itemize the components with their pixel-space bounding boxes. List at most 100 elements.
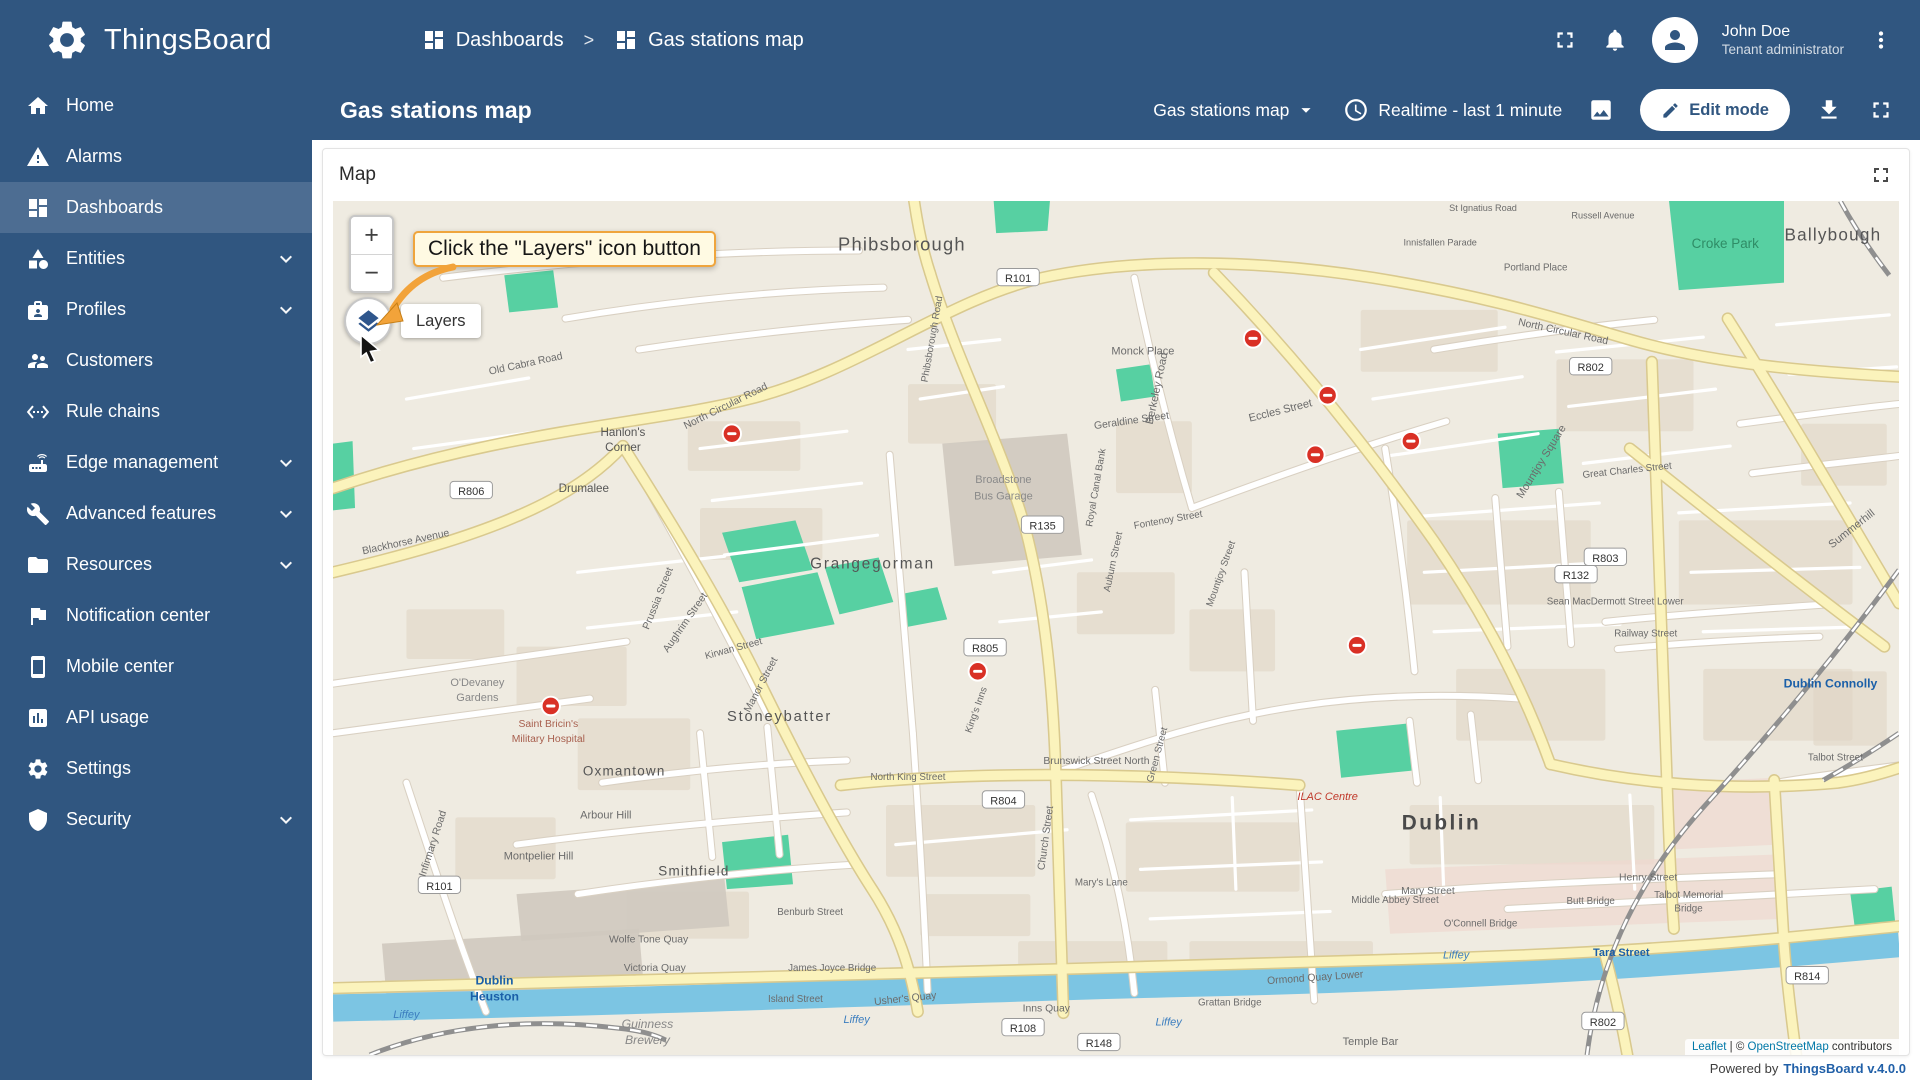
sidebar-item-home[interactable]: Home: [0, 80, 312, 131]
sidebar-item-label: Security: [66, 809, 132, 829]
dashboard-state-select[interactable]: Gas stations map: [1153, 99, 1317, 121]
chevron-down-icon: [1295, 99, 1317, 121]
thingsboard-version-link[interactable]: ThingsBoard v.4.0.0: [1783, 1061, 1906, 1076]
edit-mode-label: Edit mode: [1689, 100, 1769, 119]
sidebar-item-label: Customers: [66, 350, 154, 370]
sidebar-item-mobile-center[interactable]: Mobile center: [0, 641, 312, 692]
gas-station-marker[interactable]: [1305, 444, 1326, 465]
map-label: Innisfallen Parade: [1404, 238, 1477, 248]
sidebar-item-profiles[interactable]: Profiles: [0, 284, 312, 335]
sidebar-item-security[interactable]: Security: [0, 794, 312, 845]
topbar-actions: John Doe Tenant administrator: [1552, 17, 1920, 63]
map-label: Sean MacDermott Street Lower: [1547, 596, 1685, 607]
map-label: Benburb Street: [777, 907, 843, 918]
map-label: Talbot Street: [1808, 752, 1863, 763]
sidebar-item-label: Rule chains: [66, 401, 161, 421]
powered-by: Powered by ThingsBoard v.4.0.0: [322, 1056, 1910, 1078]
notifications-bell-icon[interactable]: [1602, 27, 1628, 53]
road-ref-badge: R108: [1001, 1017, 1045, 1037]
download-icon[interactable]: [1816, 97, 1842, 123]
widget-header: Map: [323, 149, 1909, 201]
road-ref-badge: R135: [1020, 515, 1065, 534]
gas-station-marker[interactable]: [721, 423, 742, 444]
state-select-value: Gas stations map: [1153, 99, 1290, 120]
notification-icon: [26, 604, 50, 628]
road-ref-badge: R803: [1583, 547, 1628, 566]
map-label: Liffey: [393, 1009, 421, 1021]
map-label: Bridge: [1674, 903, 1703, 914]
edit-mode-button[interactable]: Edit mode: [1640, 89, 1790, 131]
sidebar-item-advanced-features[interactable]: Advanced features: [0, 488, 312, 539]
map-label: Russell Avenue: [1571, 210, 1634, 220]
zoom-out-button[interactable]: −: [351, 254, 392, 291]
user-meta: John Doe Tenant administrator: [1722, 22, 1844, 59]
gas-station-marker[interactable]: [1317, 385, 1338, 406]
sidebar-item-customers[interactable]: Customers: [0, 335, 312, 386]
breadcrumb-item-dashboards[interactable]: Dashboards: [422, 28, 564, 52]
sidebar-item-resources[interactable]: Resources: [0, 539, 312, 590]
gas-station-marker[interactable]: [1400, 430, 1422, 452]
osm-link[interactable]: OpenStreetMap: [1748, 1041, 1829, 1053]
sidebar-item-label: Advanced features: [66, 503, 217, 523]
leaflet-link[interactable]: Leaflet: [1692, 1041, 1727, 1053]
fullscreen-icon[interactable]: [1868, 97, 1894, 123]
map-label: Broadstone: [975, 474, 1031, 486]
road-ref-badge: R805: [963, 638, 1007, 657]
zoom-in-button[interactable]: +: [351, 217, 392, 254]
map-label: Corner: [605, 441, 641, 454]
dashboard-icon: [26, 196, 50, 220]
resources-icon: [26, 553, 50, 577]
road-ref-badge: R132: [1554, 565, 1598, 584]
gas-station-marker[interactable]: [967, 661, 988, 682]
map-label: O'Devaney: [450, 677, 505, 689]
image-export-icon[interactable]: [1588, 97, 1614, 123]
gas-station-marker[interactable]: [540, 695, 561, 717]
gas-station-marker[interactable]: [1242, 328, 1264, 349]
map-label: Middle Abbey Street: [1351, 895, 1439, 906]
advanced-icon: [26, 502, 50, 526]
breadcrumb-item-gas-stations-map[interactable]: Gas stations map: [614, 28, 804, 52]
person-icon: [1660, 25, 1690, 55]
sidebar-item-entities[interactable]: Entities: [0, 233, 312, 284]
map-label: Wolfe Tone Quay: [609, 934, 689, 945]
map-label: Talbot Memorial: [1654, 890, 1723, 901]
fullscreen-icon[interactable]: [1552, 27, 1578, 53]
powered-prefix: Powered by: [1709, 1061, 1779, 1076]
sidebar-item-alarms[interactable]: Alarms: [0, 131, 312, 182]
sidebar-item-api-usage[interactable]: API usage: [0, 692, 312, 743]
sidebar-item-rule-chains[interactable]: Rule chains: [0, 386, 312, 437]
layers-tooltip-label: Layers: [401, 304, 481, 338]
gas-station-marker[interactable]: [1346, 635, 1368, 656]
sidebar-item-edge-management[interactable]: Edge management: [0, 437, 312, 488]
map-label: Tara Street: [1593, 947, 1650, 959]
widget-fullscreen-icon[interactable]: [1869, 163, 1893, 187]
edge-icon: [26, 451, 50, 475]
svg-text:R101: R101: [426, 881, 452, 893]
map-label: O'Connell Bridge: [1444, 918, 1518, 929]
breadcrumb-label: Dashboards: [455, 28, 564, 51]
map-label: Bus Garage: [974, 490, 1033, 502]
dashboard-toolbar: Gas stations map Gas stations map Realti…: [312, 80, 1920, 140]
map[interactable]: R101 R101 R806 R805 R135 R804 R802 R802 R803 R132…: [333, 201, 1899, 1055]
sidebar-item-label: Settings: [66, 758, 132, 778]
map-label: Island Street: [768, 994, 823, 1005]
map-label: Butt Bridge: [1567, 896, 1616, 907]
sidebar-item-dashboards[interactable]: Dashboards: [0, 182, 312, 233]
sidebar-item-notification-center[interactable]: Notification center: [0, 590, 312, 641]
sidebar-item-label: Mobile center: [66, 656, 175, 676]
map-label: Hanlon's: [601, 426, 646, 439]
sidebar-item-label: Notification center: [66, 605, 211, 625]
map-label: Stoneybatter: [727, 709, 832, 725]
road-ref-badge: R148: [1077, 1032, 1121, 1052]
svg-text:R132: R132: [1563, 570, 1589, 582]
brand[interactable]: ThingsBoard: [0, 17, 272, 63]
timewindow-button[interactable]: Realtime - last 1 minute: [1343, 97, 1562, 123]
avatar[interactable]: [1651, 17, 1698, 63]
sidebar-item-settings[interactable]: Settings: [0, 743, 312, 794]
kebab-menu-icon[interactable]: [1868, 27, 1894, 53]
security-icon: [26, 808, 50, 832]
svg-text:R805: R805: [972, 643, 998, 655]
map-label: Grattan Bridge: [1198, 997, 1262, 1008]
map-label: James Joyce Bridge: [788, 963, 877, 974]
map-label: Liffey: [1155, 1016, 1183, 1028]
